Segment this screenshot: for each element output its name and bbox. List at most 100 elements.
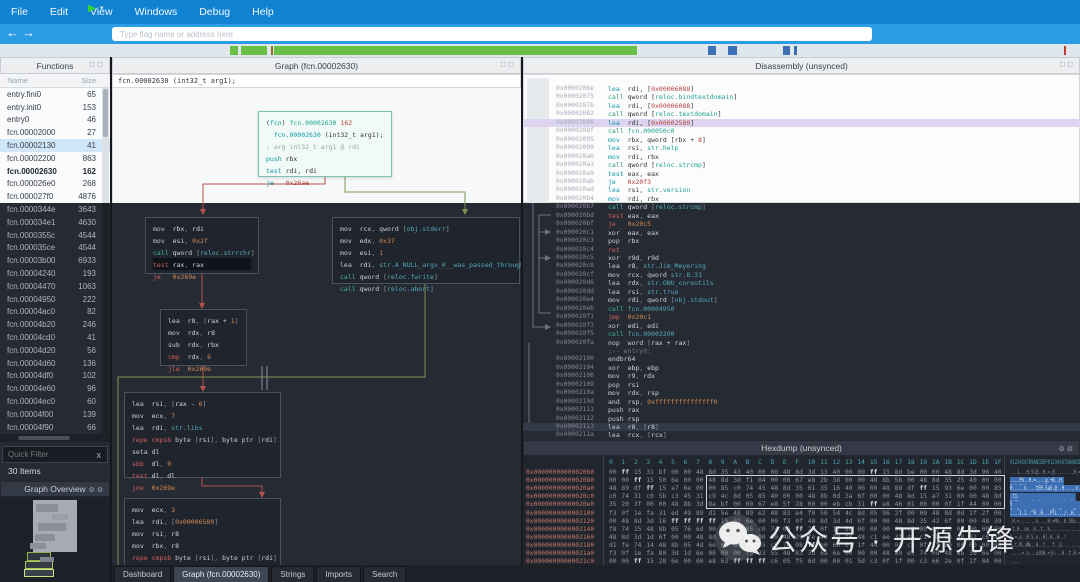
panel-options-icon[interactable]: ◻◻: [1059, 60, 1075, 68]
clear-filter-icon[interactable]: x: [91, 450, 108, 460]
disasm-line[interactable]: 0x00002111push rax: [523, 406, 1080, 414]
menu-item-help[interactable]: Help: [241, 0, 285, 24]
function-row[interactable]: fcn.000034e14630: [0, 216, 110, 229]
tab-imports[interactable]: Imports: [316, 566, 361, 582]
disasm-line[interactable]: 0x000020c1xor eax, eax: [523, 229, 1080, 237]
function-row[interactable]: entry.fini065: [0, 88, 110, 101]
disasm-view[interactable]: 0x0000206elea rdi, [0x00006088]0x0000207…: [523, 74, 1080, 440]
quick-filter-box[interactable]: x: [2, 446, 108, 463]
disasm-line[interactable]: 0x000020ddlea rsi, str.true: [523, 288, 1080, 296]
graph-node-n3[interactable]: mov rcx, qword [obj.stderr]mov edx, 0x37…: [332, 217, 520, 284]
memory-segment[interactable]: [271, 46, 273, 55]
function-row[interactable]: fcn.00004e6096: [0, 382, 110, 395]
function-row[interactable]: fcn.00004950222: [0, 293, 110, 306]
memory-segment[interactable]: [783, 46, 790, 55]
disasm-line[interactable]: 0x0000210amov rdx, rsp: [523, 389, 1080, 397]
disasm-line[interactable]: 0x0000206elea rdi, [0x00006088]: [523, 85, 1080, 93]
function-row[interactable]: fcn.00002200863: [0, 152, 110, 165]
disasm-line[interactable]: 0x000020f1jmp 0x20c1: [523, 313, 1080, 321]
disasm-line[interactable]: 0x00002095mov rbx, qword [rbx + 8]: [523, 136, 1080, 144]
column-size[interactable]: Size: [81, 76, 110, 85]
graph-node-n2[interactable]: mov rbx, rdimov esi, 0x2fcall qword [rel…: [145, 217, 259, 274]
function-row[interactable]: fcn.00004d2056: [0, 344, 110, 357]
disasm-line[interactable]: 0x00002113lea r8, [r8]: [523, 423, 1080, 431]
disasm-line[interactable]: 0x000020a0mov rdi, rbx: [523, 153, 1080, 161]
disasm-line[interactable]: ;-- entry0:: [523, 347, 1080, 355]
menu-item-debug[interactable]: Debug: [188, 0, 241, 24]
disasm-line[interactable]: 0x000020fanop word [rax + rax]: [523, 339, 1080, 347]
graph-node-n6[interactable]: mov ecx, 3lea rdi, [0x00006580]mov rsi, …: [124, 498, 281, 565]
functions-scrollbar[interactable]: [102, 88, 109, 203]
function-row[interactable]: fcn.0000344e3643: [0, 203, 110, 216]
disasm-line[interactable]: 0x000020ebcall fcn.00004950: [523, 305, 1080, 313]
disasm-line[interactable]: 0x000020e4mov rdi, qword [obj.stdout]: [523, 296, 1080, 304]
tab-strings[interactable]: Strings: [271, 566, 314, 582]
functions-list[interactable]: entry.fini065entry.init0153entry046fcn.0…: [0, 88, 110, 434]
tab-dashboard[interactable]: Dashboard: [114, 566, 171, 582]
function-row[interactable]: fcn.0000200027: [0, 126, 110, 139]
disasm-line[interactable]: 0x00002082call qword [reloc.textdomain]: [523, 110, 1080, 118]
function-row[interactable]: fcn.00002630162: [0, 165, 110, 178]
function-row[interactable]: fcn.0000355c4544: [0, 229, 110, 242]
disasm-line[interactable]: 0x000020a3call qword [reloc.strcmp]: [523, 161, 1080, 169]
hex-row[interactable]: 0x00000000000020c0c07431c05bc34531c94c8d…: [523, 493, 1080, 501]
disasm-line[interactable]: 0x000020c3pop rbx: [523, 237, 1080, 245]
disasm-line[interactable]: 0x000020bfje 0x20c5: [523, 220, 1080, 228]
disasm-line[interactable]: 0x000020f5call fcn.00002200: [523, 330, 1080, 338]
disasm-line[interactable]: 0x000020b4mov rdi, rbx: [523, 195, 1080, 203]
hex-row[interactable]: 0x000000000000206000ff1531bf0000488d3543…: [523, 469, 1080, 477]
memory-segment[interactable]: [728, 46, 737, 55]
disasm-line[interactable]: 0x00002088lea rdi, [0x00002580]: [523, 119, 1080, 127]
function-row[interactable]: fcn.000035ce4544: [0, 242, 110, 255]
menu-item-file[interactable]: File: [0, 0, 39, 24]
disasm-line[interactable]: 0x00002104xor ebp, ebp: [523, 364, 1080, 372]
disasm-line[interactable]: 0x000020bdtest eax, eax: [523, 212, 1080, 220]
graph-overview-canvas[interactable]: [0, 497, 110, 582]
function-row[interactable]: entry.init0153: [0, 101, 110, 114]
memory-segment[interactable]: [1064, 46, 1066, 55]
disasm-line[interactable]: 0x0000210dand rsp, 0xfffffffffffffff0: [523, 398, 1080, 406]
graph-canvas[interactable]: (fcn) fcn.00002630 162 fcn.00002630 (int…: [112, 88, 521, 565]
disasm-line[interactable]: 0x000020abje 0x20f3: [523, 178, 1080, 186]
function-row[interactable]: fcn.00004ec060: [0, 395, 110, 408]
disasm-line[interactable]: 0x00002106mov r9, rdx: [523, 372, 1080, 380]
menu-item-edit[interactable]: Edit: [39, 0, 79, 24]
graph-node-n5[interactable]: lea rsi, [rax - 6]mov ecx, 7lea rdi, str…: [124, 392, 281, 478]
menu-item-windows[interactable]: Windows: [124, 0, 189, 24]
disasm-line[interactable]: 0x000020cfmov rcx, qword str.8.31: [523, 271, 1080, 279]
memory-segment[interactable]: [794, 46, 797, 55]
function-row[interactable]: fcn.000027f04876: [0, 190, 110, 203]
disasm-line[interactable]: 0x00002100endbr64: [523, 355, 1080, 363]
memory-segment[interactable]: [708, 46, 716, 55]
disasm-line[interactable]: 0x000020c8lea r8, str.Jim_Meyering: [523, 262, 1080, 270]
panel-options-icon[interactable]: ◻◻: [89, 60, 105, 68]
disasm-line[interactable]: 0x000020d6lea rdx, str.GNU_coreutils: [523, 279, 1080, 287]
function-row[interactable]: fcn.00004df0102: [0, 370, 110, 383]
function-row[interactable]: entry046: [0, 114, 110, 127]
graph-node-n4[interactable]: lea r8, [rax + 1]mov rdx, r8sub rdx, rbx…: [160, 309, 247, 366]
disasm-line[interactable]: 0x000020c5xor r9d, r9d: [523, 254, 1080, 262]
function-row[interactable]: fcn.0000213041: [0, 139, 110, 152]
disasm-line[interactable]: 0x000020b7call qword [reloc.strcmp]: [523, 203, 1080, 211]
gear-icon[interactable]: ⚙⚙: [1058, 445, 1075, 453]
chevron-down-icon[interactable]: ▾: [100, 4, 104, 12]
hex-row[interactable]: 0x00000000000020a04889dfff15a76e000085c0…: [523, 485, 1080, 493]
hex-row[interactable]: 0x00000000000020800000ff15506e0000488d3d…: [523, 477, 1080, 485]
debug-play-icon[interactable]: ▶: [88, 3, 96, 14]
function-row[interactable]: fcn.00004f9066: [0, 421, 110, 434]
functions-column-header[interactable]: Name Size: [0, 74, 110, 88]
disasm-line[interactable]: 0x0000208fcall fcn.000050c0: [523, 127, 1080, 135]
tab-search[interactable]: Search: [363, 566, 406, 582]
search-input[interactable]: [112, 27, 872, 41]
function-row[interactable]: fcn.00004240193: [0, 267, 110, 280]
disasm-line[interactable]: 0x000020adlea rsi, str.version: [523, 186, 1080, 194]
function-row[interactable]: fcn.00004ac082: [0, 306, 110, 319]
function-row[interactable]: fcn.00003b006933: [0, 254, 110, 267]
function-row[interactable]: fcn.00004b20246: [0, 318, 110, 331]
disasm-line[interactable]: 0x00002112push rsp: [523, 415, 1080, 423]
disasm-line[interactable]: 0x0000211alea rcx, [rcx]: [523, 431, 1080, 439]
disasm-line[interactable]: 0x000020f3xor edi, edi: [523, 322, 1080, 330]
panel-options-icon[interactable]: ◻◻: [500, 60, 516, 68]
quick-filter-input[interactable]: [3, 450, 91, 459]
function-row[interactable]: fcn.000044701063: [0, 280, 110, 293]
